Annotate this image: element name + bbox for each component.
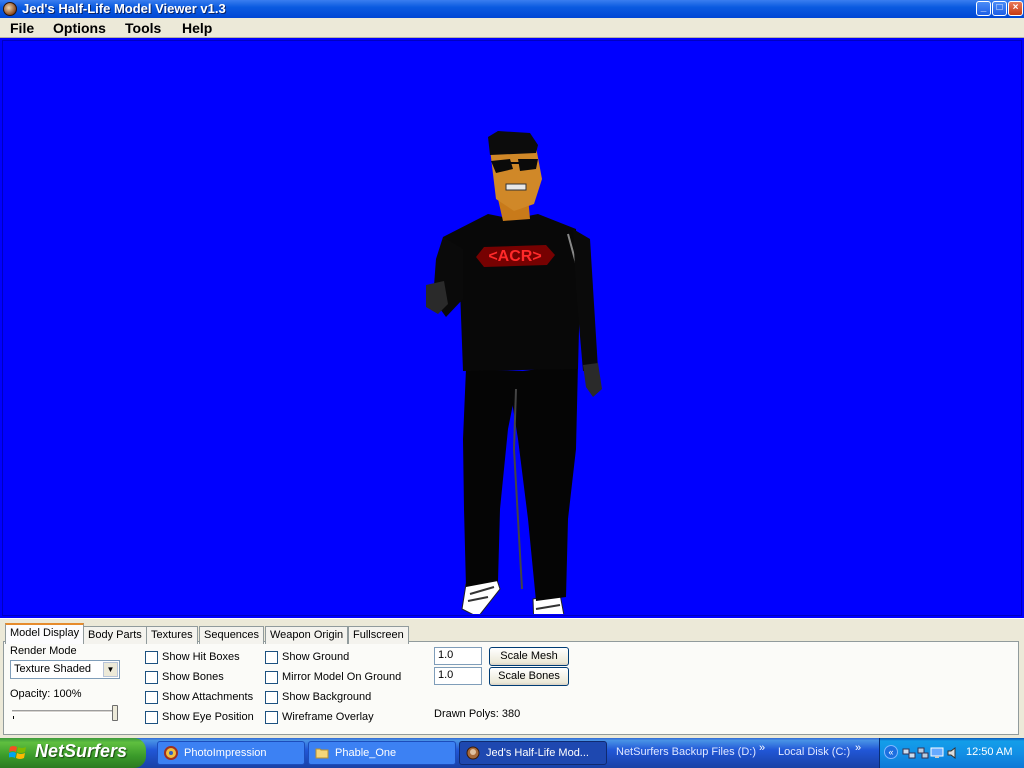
wireframe-overlay-checkbox[interactable] [265,711,278,724]
tab-weapon-origin[interactable]: Weapon Origin [265,626,349,644]
opacity-slider-thumb[interactable] [112,705,118,721]
start-button[interactable]: NetSurfers [0,738,146,768]
render-mode-select[interactable]: Texture Shaded ▼ [10,660,120,679]
scale-bones-input[interactable]: 1.0 [434,667,482,685]
task-label: PhotoImpression [184,747,267,759]
show-ground-label[interactable]: Show Ground [282,651,349,663]
task-label: Phable_One [335,747,397,759]
task-photoimpression[interactable]: PhotoImpression [157,741,305,765]
show-attachments-label[interactable]: Show Attachments [162,691,253,703]
menu-options[interactable]: Options [53,19,106,37]
opacity-label: Opacity: 100% [10,688,82,700]
menu-file[interactable]: File [10,19,34,37]
task-model-viewer[interactable]: Jed's Half-Life Mod... [459,741,607,765]
model-viewport[interactable]: <ACR> [2,40,1022,616]
show-hit-boxes-label[interactable]: Show Hit Boxes [162,651,240,663]
show-eye-position-label[interactable]: Show Eye Position [162,711,254,723]
quick-link-local-disk[interactable]: Local Disk (C:) [778,746,850,758]
display-icon[interactable] [930,746,944,760]
start-label: NetSurfers [35,741,128,761]
slider-tick [13,716,14,719]
task-label: Jed's Half-Life Mod... [486,747,589,759]
tab-body-parts[interactable]: Body Parts [83,626,147,644]
app-icon[interactable] [3,2,17,16]
show-hit-boxes-checkbox[interactable] [145,651,158,664]
volume-icon[interactable] [946,746,960,760]
show-attachments-checkbox[interactable] [145,691,158,704]
menu-tools[interactable]: Tools [125,19,161,37]
chest-logo-text: <ACR> [488,248,541,265]
scale-mesh-button[interactable]: Scale Mesh [489,647,569,666]
mirror-model-checkbox[interactable] [265,671,278,684]
quick-link-chevron-icon[interactable]: » [759,742,765,754]
system-tray: « 12:50 AM [879,738,1024,768]
render-mode-label: Render Mode [10,645,77,657]
tab-sequences[interactable]: Sequences [199,626,265,644]
minimize-button[interactable]: _ [976,1,991,16]
scale-bones-button[interactable]: Scale Bones [489,667,569,686]
show-ground-checkbox[interactable] [265,651,278,664]
tab-fullscreen[interactable]: Fullscreen [348,626,409,644]
tab-model-display[interactable]: Model Display [5,623,85,644]
taskbar: NetSurfers PhotoImpression Phable_One Je… [0,738,1024,768]
show-background-checkbox[interactable] [265,691,278,704]
render-mode-value: Texture Shaded [14,663,92,675]
drawn-polys-label: Drawn Polys: 380 [434,708,521,720]
maximize-button[interactable]: □ [992,1,1007,16]
close-button[interactable]: × [1008,1,1023,16]
clock: 12:50 AM [966,746,1013,758]
show-background-label[interactable]: Show Background [282,691,371,703]
app-icon [466,746,480,760]
network-activity-icon[interactable] [916,746,930,760]
chevron-down-icon[interactable]: ▼ [103,662,118,677]
folder-icon [315,748,329,759]
menu-help[interactable]: Help [182,19,212,37]
quick-link-chevron-icon[interactable]: » [855,742,861,754]
task-phable-one[interactable]: Phable_One [308,741,456,765]
wireframe-overlay-label[interactable]: Wireframe Overlay [282,711,374,723]
window-title: Jed's Half-Life Model Viewer v1.3 [22,1,226,16]
mirror-model-label[interactable]: Mirror Model On Ground [282,671,401,683]
menu-bar: File Options Tools Help [0,18,1024,38]
player-model: <ACR> [426,131,602,614]
network-icon[interactable] [902,746,916,760]
title-bar[interactable]: Jed's Half-Life Model Viewer v1.3 _ □ × [0,0,1024,18]
tab-textures[interactable]: Textures [146,626,198,644]
quick-link-backup-drive[interactable]: NetSurfers Backup Files (D:) [616,746,756,758]
windows-logo-icon [9,746,26,759]
show-bones-checkbox[interactable] [145,671,158,684]
tray-expand-icon[interactable]: « [884,745,898,759]
show-bones-label[interactable]: Show Bones [162,671,224,683]
scale-mesh-input[interactable]: 1.0 [434,647,482,665]
opacity-slider-track[interactable] [12,710,116,713]
show-eye-position-checkbox[interactable] [145,711,158,724]
photoimpression-icon [164,746,178,760]
